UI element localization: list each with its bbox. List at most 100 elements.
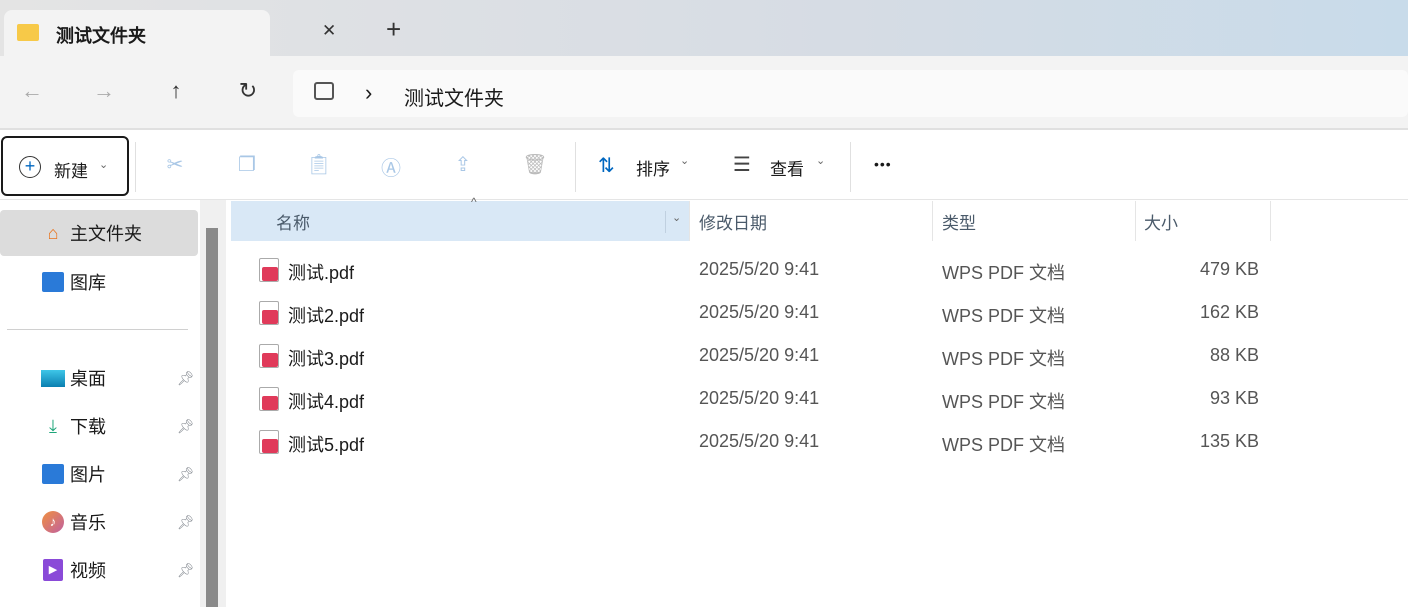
- tab-current[interactable]: 测试文件夹 ✕: [4, 10, 336, 56]
- sidebar-item-label: 图片: [70, 465, 106, 485]
- file-size: 135 KB: [1199, 431, 1259, 451]
- new-tab-button[interactable]: +: [386, 14, 401, 45]
- sidebar-item-label: 主文件夹: [70, 224, 142, 244]
- gallery-icon: [40, 270, 66, 294]
- more-options-button[interactable]: •••: [874, 156, 892, 172]
- file-type: WPS PDF 文档: [942, 392, 1066, 412]
- column-label: 大小: [1144, 213, 1178, 233]
- file-type: WPS PDF 文档: [942, 306, 1066, 326]
- copy-icon[interactable]: ❐: [227, 152, 267, 177]
- cut-icon[interactable]: ✂: [155, 152, 195, 177]
- column-header-type[interactable]: 类型: [933, 201, 1136, 241]
- tab-close-button[interactable]: ✕: [322, 21, 336, 41]
- pdf-file-icon: [259, 301, 279, 325]
- pdf-file-icon: [259, 344, 279, 368]
- sort-icon: ⇅: [598, 155, 615, 177]
- new-button[interactable]: + 新建 ⌄: [1, 136, 129, 196]
- divider: [7, 329, 188, 330]
- column-label: 名称: [276, 213, 310, 233]
- sidebar-item-gallery[interactable]: 图库: [0, 259, 198, 305]
- rename-icon[interactable]: Ⓐ: [371, 152, 411, 181]
- view-icon: ☰: [733, 154, 751, 176]
- pdf-file-icon: [259, 258, 279, 282]
- sidebar-item-downloads[interactable]: ⤓ 下载 📌︎: [0, 403, 198, 449]
- view-label: 查看: [770, 160, 804, 179]
- file-size: 479 KB: [1199, 259, 1259, 279]
- file-row[interactable]: 测试.pdf 2025/5/20 9:41 WPS PDF 文档 479 KB: [231, 250, 1271, 290]
- chevron-down-icon: ⌄: [816, 155, 826, 167]
- sidebar-item-label: 图库: [70, 273, 106, 293]
- tab-title: 测试文件夹: [56, 26, 146, 46]
- sidebar-item-videos[interactable]: ▶ 视频 📌︎: [0, 547, 198, 593]
- sidebar-item-home[interactable]: ⌂ 主文件夹: [0, 210, 198, 256]
- address-bar[interactable]: › 测试文件夹: [293, 70, 1408, 117]
- new-label: 新建: [54, 162, 88, 181]
- sidebar-item-desktop[interactable]: 桌面 📌︎: [0, 355, 198, 401]
- folder-icon: [17, 24, 39, 41]
- sidebar-item-label: 音乐: [70, 513, 106, 533]
- desktop-icon: [40, 366, 66, 390]
- column-header-size[interactable]: 大小: [1136, 201, 1271, 241]
- scrollbar-thumb[interactable]: [206, 228, 218, 607]
- file-name: 测试.pdf: [288, 263, 355, 283]
- file-type: WPS PDF 文档: [942, 263, 1066, 283]
- navigation-pane: ⌂ 主文件夹 图库 桌面 📌︎ ⤓ 下载 📌︎ 图片 📌︎ ♪ 音乐 📌︎ ▶ 视频 📌︎: [0, 200, 200, 607]
- file-name: 测试2.pdf: [288, 306, 365, 326]
- pin-icon: 📌︎: [177, 465, 195, 482]
- file-name: 测试5.pdf: [288, 435, 365, 455]
- breadcrumb-separator: ›: [365, 80, 373, 105]
- file-date: 2025/5/20 9:41: [699, 302, 820, 322]
- up-button[interactable]: ↑: [156, 78, 196, 104]
- pictures-icon: [40, 462, 66, 486]
- file-type: WPS PDF 文档: [942, 435, 1066, 455]
- divider: [575, 142, 576, 192]
- command-bar: + 新建 ⌄ ✂ ❐ 📋︎ Ⓐ ⇪ 🗑︎ ⇅ 排序 ⌄ ☰ 查看 ⌄ •••: [0, 132, 1408, 200]
- home-icon: ⌂: [47, 222, 59, 243]
- chevron-down-icon: ⌄: [680, 155, 690, 167]
- file-row[interactable]: 测试3.pdf 2025/5/20 9:41 WPS PDF 文档 88 KB: [231, 336, 1271, 376]
- chevron-down-icon[interactable]: ⌄: [665, 211, 681, 233]
- column-header-name[interactable]: 名称 ^ ⌄: [231, 195, 690, 241]
- divider: [135, 142, 136, 192]
- forward-button[interactable]: →: [84, 78, 124, 104]
- download-icon: ⤓: [49, 415, 57, 436]
- file-size: 162 KB: [1199, 302, 1259, 322]
- column-header-date[interactable]: 修改日期: [690, 201, 933, 241]
- video-icon: ▶: [40, 558, 66, 582]
- file-row[interactable]: 测试4.pdf 2025/5/20 9:41 WPS PDF 文档 93 KB: [231, 379, 1271, 419]
- sidebar-item-label: 视频: [70, 561, 106, 581]
- pin-icon: 📌︎: [177, 513, 195, 530]
- pin-icon: 📌︎: [177, 561, 195, 578]
- sort-button[interactable]: ⇅ 排序 ⌄: [598, 154, 698, 180]
- delete-icon[interactable]: 🗑︎: [515, 152, 555, 177]
- share-icon[interactable]: ⇪: [443, 152, 483, 177]
- sidebar-item-music[interactable]: ♪ 音乐 📌︎: [0, 499, 198, 545]
- file-type: WPS PDF 文档: [942, 349, 1066, 369]
- file-date: 2025/5/20 9:41: [699, 259, 820, 279]
- pin-icon: 📌︎: [177, 417, 195, 434]
- file-size: 93 KB: [1209, 388, 1259, 408]
- pin-icon: 📌︎: [177, 369, 195, 386]
- back-button[interactable]: ←: [12, 78, 52, 104]
- sidebar-item-label: 桌面: [70, 369, 106, 389]
- file-name: 测试3.pdf: [288, 349, 365, 369]
- file-date: 2025/5/20 9:41: [699, 431, 820, 451]
- file-name: 测试4.pdf: [288, 392, 365, 412]
- sort-ascending-icon: ^: [471, 195, 477, 209]
- sort-label: 排序: [636, 160, 670, 179]
- pdf-file-icon: [259, 430, 279, 454]
- file-row[interactable]: 测试2.pdf 2025/5/20 9:41 WPS PDF 文档 162 KB: [231, 293, 1271, 333]
- divider: [850, 142, 851, 192]
- plus-circle-icon: +: [19, 156, 41, 178]
- sidebar-item-label: 下载: [70, 417, 106, 437]
- paste-icon[interactable]: 📋︎: [299, 152, 339, 177]
- file-row[interactable]: 测试5.pdf 2025/5/20 9:41 WPS PDF 文档 135 KB: [231, 422, 1271, 462]
- pdf-file-icon: [259, 387, 279, 411]
- breadcrumb-current[interactable]: 测试文件夹: [404, 82, 504, 111]
- view-button[interactable]: ☰ 查看 ⌄: [733, 154, 833, 180]
- sidebar-item-pictures[interactable]: 图片 📌︎: [0, 451, 198, 497]
- file-date: 2025/5/20 9:41: [699, 388, 820, 408]
- file-size: 88 KB: [1209, 345, 1259, 365]
- refresh-button[interactable]: ↻: [228, 78, 268, 104]
- file-date: 2025/5/20 9:41: [699, 345, 820, 365]
